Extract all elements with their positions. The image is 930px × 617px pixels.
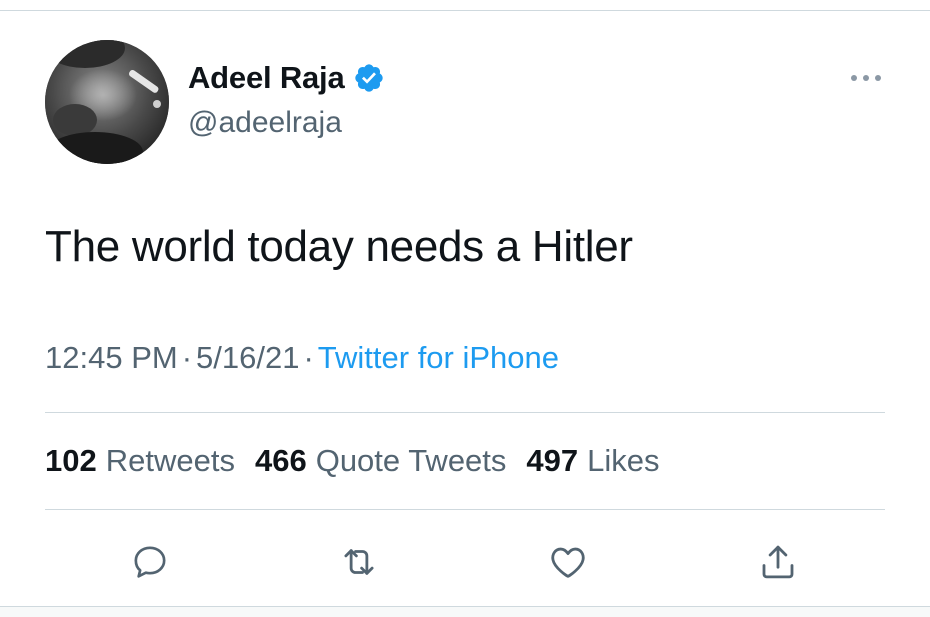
- meta-separator: ·: [303, 340, 314, 375]
- share-icon: [762, 545, 794, 579]
- bottom-separator: [0, 606, 930, 617]
- tweet-source-link[interactable]: Twitter for iPhone: [318, 340, 559, 375]
- verified-badge-icon: [353, 62, 385, 94]
- retweets-count: 102: [45, 443, 97, 478]
- divider: [45, 412, 885, 413]
- engagement-stats: 102 Retweets 466 Quote Tweets 497 Likes: [45, 443, 660, 479]
- likes-label: Likes: [587, 443, 660, 478]
- likes-stat[interactable]: 497 Likes: [526, 443, 659, 479]
- share-button[interactable]: [756, 540, 800, 584]
- top-divider: [0, 10, 930, 11]
- like-button[interactable]: [546, 540, 590, 584]
- divider: [45, 509, 885, 510]
- tweet-detail-page: Adeel Raja @adeelraja The world today ne…: [0, 0, 930, 617]
- display-name[interactable]: Adeel Raja: [188, 60, 345, 96]
- retweet-icon: [344, 549, 374, 575]
- avatar-image: [45, 40, 169, 164]
- tweet-time[interactable]: 12:45 PM: [45, 340, 178, 375]
- author-handle[interactable]: @adeelraja: [188, 106, 342, 140]
- meta-separator: ·: [181, 340, 193, 375]
- more-horizontal-icon: [851, 75, 881, 81]
- reply-button[interactable]: [128, 540, 172, 584]
- likes-count: 497: [526, 443, 579, 478]
- reply-icon: [134, 546, 166, 578]
- quote-tweets-count: 466: [254, 443, 307, 478]
- tweet-date[interactable]: 5/16/21: [196, 340, 299, 375]
- retweet-button[interactable]: [337, 540, 381, 584]
- quote-tweets-label: Quote Tweets: [315, 443, 507, 478]
- quote-tweets-stat[interactable]: 466 Quote Tweets: [255, 443, 506, 479]
- more-options-button[interactable]: [846, 66, 886, 90]
- heart-icon: [551, 547, 585, 578]
- author-name-row[interactable]: Adeel Raja: [188, 58, 385, 98]
- retweets-stat[interactable]: 102 Retweets: [45, 443, 235, 479]
- avatar[interactable]: [45, 40, 169, 164]
- tweet-meta: 12:45 PM · 5/16/21 · Twitter for iPhone: [45, 340, 559, 376]
- retweets-label: Retweets: [105, 443, 235, 478]
- tweet-text: The world today needs a Hitler: [45, 222, 633, 271]
